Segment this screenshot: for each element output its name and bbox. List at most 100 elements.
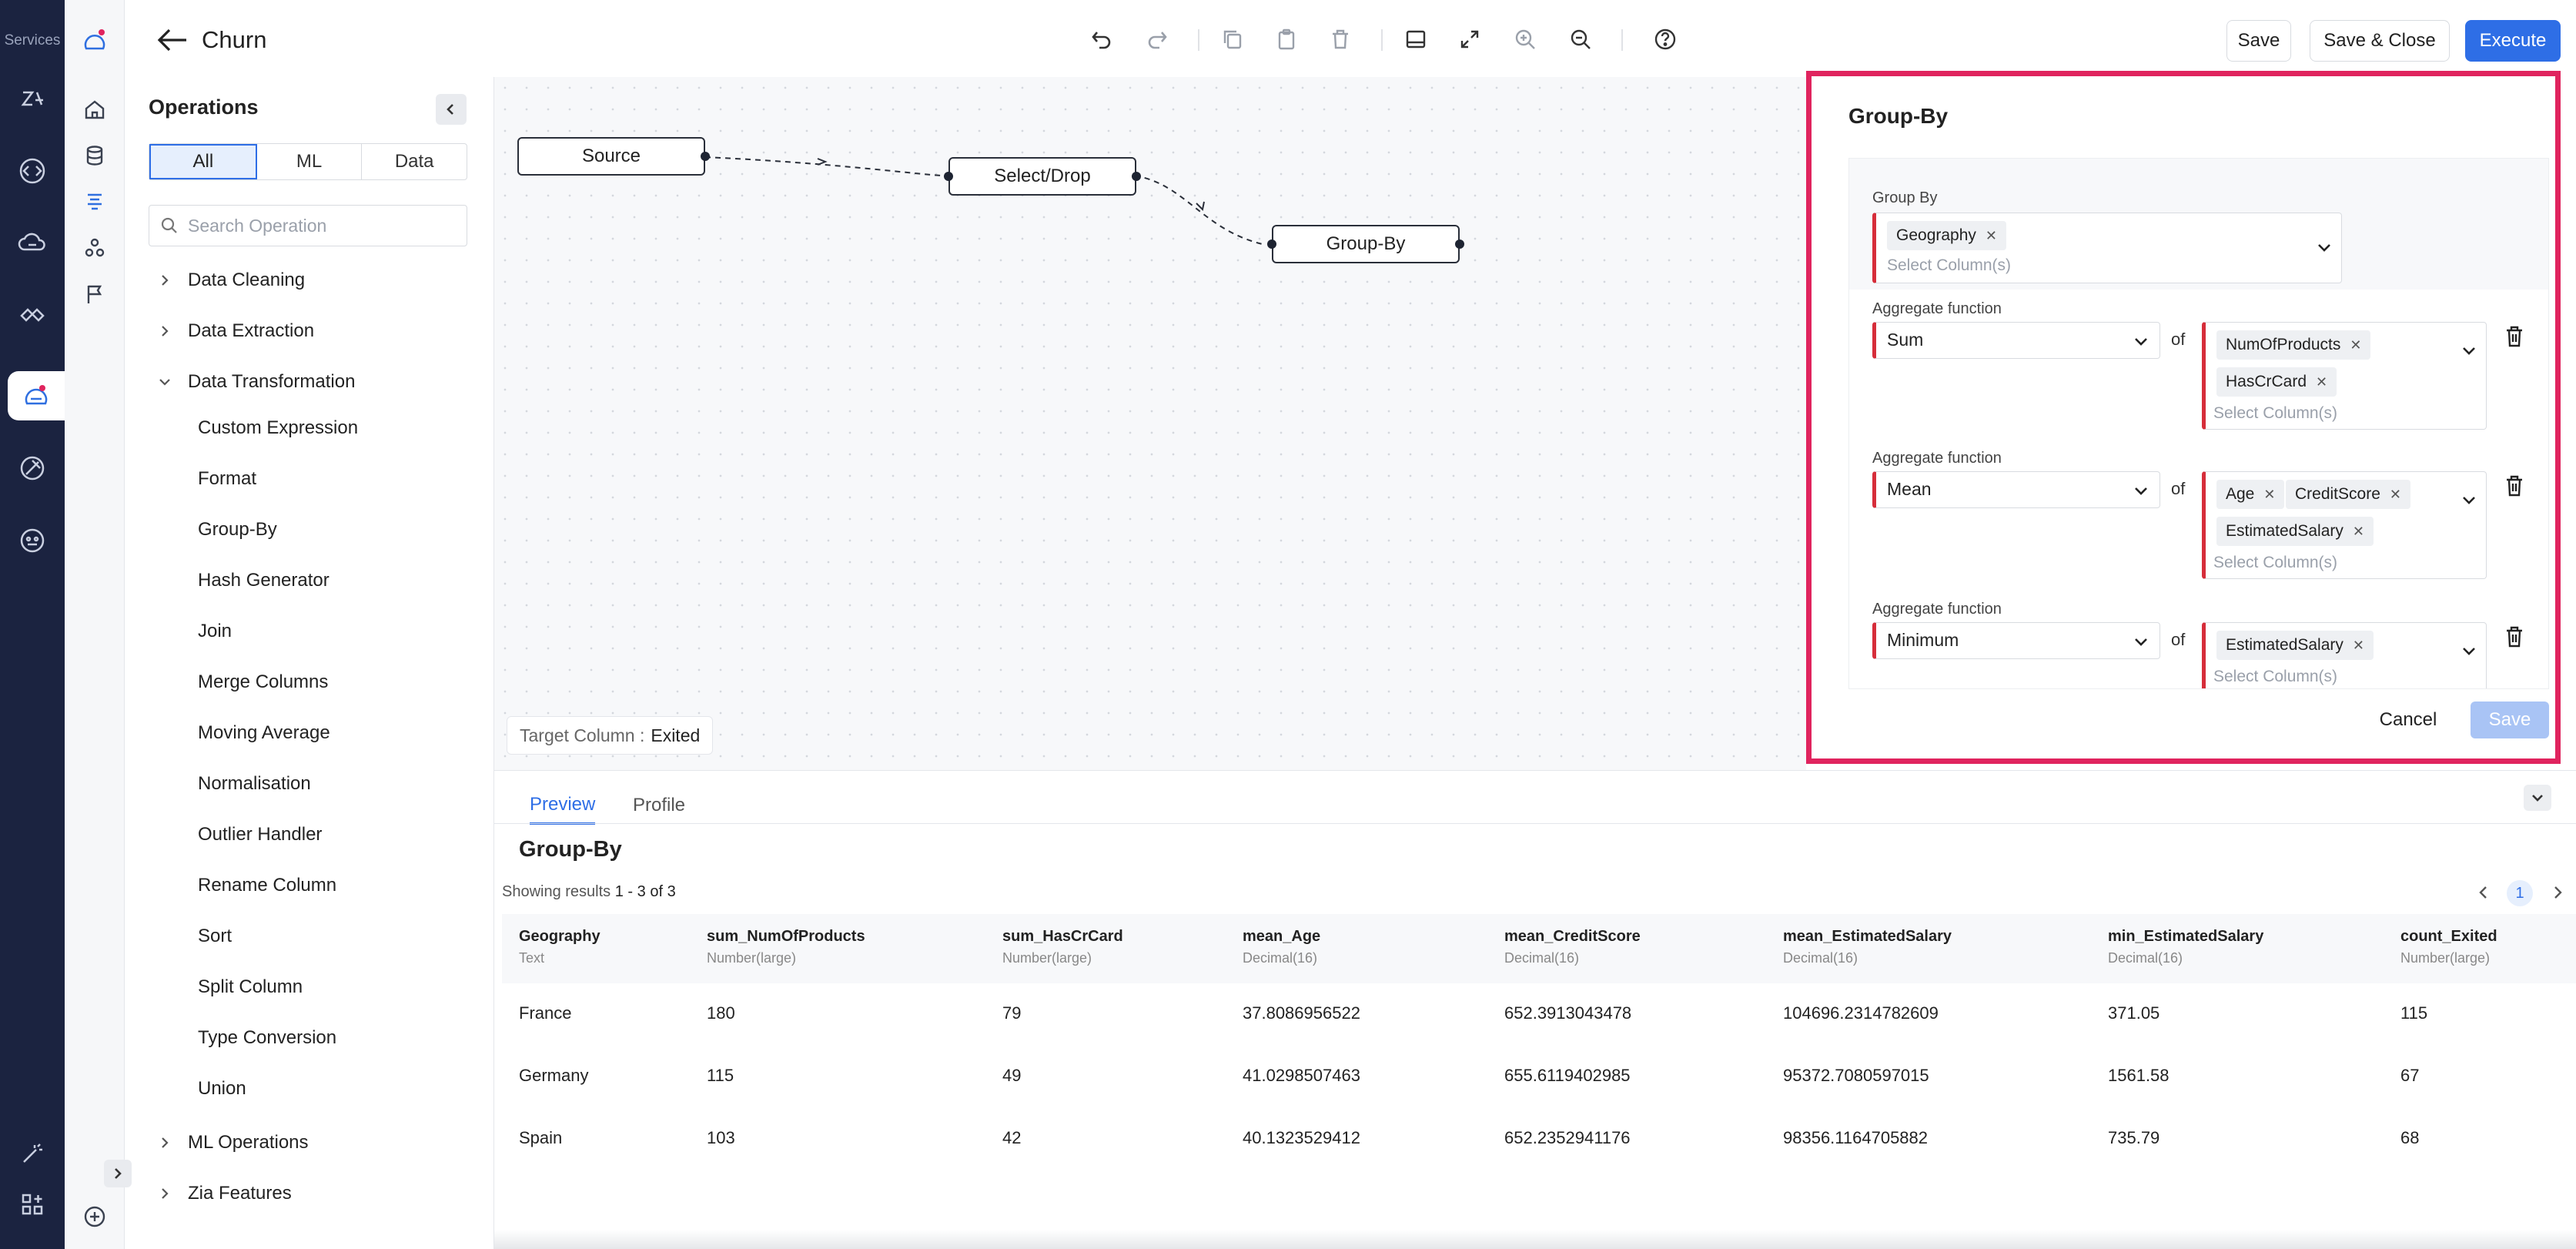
- column-header[interactable]: mean_CreditScore Decimal(16): [1504, 928, 1641, 966]
- op-normalisation[interactable]: Normalisation: [198, 768, 311, 799]
- op-union[interactable]: Union: [198, 1073, 246, 1104]
- filter-ml[interactable]: ML: [257, 144, 363, 179]
- column-header[interactable]: mean_EstimatedSalary Decimal(16): [1783, 928, 1952, 966]
- help-icon[interactable]: [1651, 25, 1680, 54]
- node-port[interactable]: [1132, 172, 1141, 181]
- node-port[interactable]: [1267, 239, 1276, 249]
- cancel-button[interactable]: Cancel: [2366, 702, 2451, 738]
- op-join[interactable]: Join: [198, 616, 232, 647]
- zoom-out-icon[interactable]: [1566, 25, 1595, 54]
- node-port[interactable]: [944, 172, 953, 181]
- collapse-preview-button[interactable]: [2524, 785, 2551, 811]
- paste-icon[interactable]: [1272, 25, 1301, 54]
- filter-data[interactable]: Data: [362, 144, 467, 179]
- trash-icon[interactable]: [2504, 625, 2525, 648]
- current-page[interactable]: 1: [2507, 880, 2533, 906]
- category-data-extraction[interactable]: Data Extraction: [156, 316, 314, 347]
- tab-preview[interactable]: Preview: [530, 786, 596, 825]
- trash-icon[interactable]: [2504, 474, 2525, 497]
- trash-icon[interactable]: [2504, 325, 2525, 348]
- op-type-conversion[interactable]: Type Conversion: [198, 1023, 336, 1053]
- remove-chip-icon[interactable]: ✕: [2390, 487, 2401, 503]
- aggregate-columns-select[interactable]: Age ✕ CreditScore ✕ EstimatedSalary ✕ Se…: [2202, 471, 2487, 579]
- panel-save-button[interactable]: Save: [2471, 702, 2549, 738]
- tab-profile[interactable]: Profile: [633, 786, 685, 825]
- node-source[interactable]: Source: [517, 137, 705, 176]
- group-by-select[interactable]: Geography ✕ Select Column(s): [1872, 213, 2342, 283]
- category-ml-operations[interactable]: ML Operations: [156, 1127, 309, 1158]
- column-header[interactable]: mean_Age Decimal(16): [1243, 928, 1320, 966]
- chevron-down-icon[interactable]: [2315, 238, 2333, 256]
- copy-icon[interactable]: [1218, 25, 1247, 54]
- column-header[interactable]: min_EstimatedSalary Decimal(16): [2108, 928, 2263, 966]
- node-port[interactable]: [701, 152, 710, 161]
- remove-chip-icon[interactable]: ✕: [2263, 487, 2275, 503]
- bot-icon[interactable]: [11, 519, 54, 562]
- pipeline-canvas[interactable]: Source Select/Drop Group-By Target Colum…: [494, 77, 1806, 770]
- op-format[interactable]: Format: [198, 464, 256, 494]
- remove-chip-icon[interactable]: ✕: [2350, 337, 2361, 353]
- column-header[interactable]: Geography Text: [519, 928, 601, 966]
- zoom-in-icon[interactable]: [1510, 25, 1540, 54]
- aggregate-columns-select[interactable]: NumOfProducts ✕ HasCrCard ✕ Select Colum…: [2202, 322, 2487, 430]
- aggregate-function-select[interactable]: Sum: [1872, 322, 2160, 359]
- expand-sidebar-button[interactable]: [104, 1160, 132, 1187]
- remove-chip-icon[interactable]: ✕: [2353, 638, 2364, 654]
- cloud-icon[interactable]: [11, 222, 54, 265]
- op-merge-columns[interactable]: Merge Columns: [198, 667, 328, 698]
- aggregate-function-select[interactable]: Minimum: [1872, 622, 2160, 659]
- zia-icon[interactable]: [11, 77, 54, 120]
- collapse-panel-button[interactable]: [436, 94, 467, 125]
- magic-wand-icon[interactable]: [11, 1132, 54, 1175]
- group-by-form[interactable]: Group By Geography ✕ Select Column(s) Ag…: [1848, 158, 2549, 689]
- column-header[interactable]: sum_NumOfProducts Number(large): [707, 928, 865, 966]
- satellite-icon[interactable]: [11, 447, 54, 490]
- category-zia-features[interactable]: Zia Features: [156, 1178, 292, 1209]
- node-select-drop[interactable]: Select/Drop: [948, 157, 1136, 196]
- op-hash-generator[interactable]: Hash Generator: [198, 565, 330, 596]
- dataprep-icon[interactable]: [8, 371, 65, 420]
- filter-all[interactable]: All: [149, 144, 257, 179]
- table-row[interactable]: France 180 79 37.8086956522 652.39130434…: [502, 983, 2576, 1045]
- op-group-by[interactable]: Group-By: [198, 514, 277, 545]
- save-close-button[interactable]: Save & Close: [2310, 20, 2450, 62]
- undo-icon[interactable]: [1087, 25, 1116, 54]
- code-icon[interactable]: [11, 149, 54, 193]
- home-icon[interactable]: [79, 94, 110, 125]
- table-row[interactable]: Germany 115 49 41.0298507463 655.6119402…: [502, 1046, 2576, 1107]
- database-icon[interactable]: [79, 140, 110, 171]
- next-page-icon[interactable]: [2548, 883, 2567, 902]
- category-data-cleaning[interactable]: Data Cleaning: [156, 265, 305, 296]
- panel-toggle-icon[interactable]: [1401, 25, 1430, 54]
- fit-screen-icon[interactable]: [1455, 25, 1484, 54]
- execute-button[interactable]: Execute: [2465, 20, 2561, 62]
- node-group-by[interactable]: Group-By: [1272, 225, 1460, 263]
- remove-chip-icon[interactable]: ✕: [1986, 228, 1997, 244]
- flag-icon[interactable]: [79, 279, 110, 310]
- search-input[interactable]: [188, 215, 450, 236]
- dataprep-logo-icon[interactable]: [79, 25, 110, 55]
- column-header[interactable]: sum_HasCrCard Number(large): [1002, 928, 1123, 966]
- integration-icon[interactable]: [11, 294, 54, 337]
- save-button[interactable]: Save: [2226, 20, 2291, 62]
- delete-icon[interactable]: [1326, 25, 1355, 54]
- pipeline-icon[interactable]: [79, 186, 110, 217]
- back-arrow-icon[interactable]: [156, 26, 189, 54]
- node-port[interactable]: [1455, 239, 1464, 249]
- op-moving-average[interactable]: Moving Average: [198, 718, 330, 748]
- remove-chip-icon[interactable]: ✕: [2353, 524, 2364, 540]
- aggregate-columns-select[interactable]: EstimatedSalary ✕ Select Column(s): [2202, 622, 2487, 688]
- category-data-transformation[interactable]: Data Transformation: [156, 367, 355, 397]
- grid-plus-icon[interactable]: [11, 1183, 54, 1226]
- op-split-column[interactable]: Split Column: [198, 972, 303, 1003]
- column-header[interactable]: count_Exited Number(large): [2400, 928, 2497, 966]
- prev-page-icon[interactable]: [2474, 883, 2493, 902]
- add-icon[interactable]: [79, 1201, 110, 1232]
- aggregate-function-select[interactable]: Mean: [1872, 471, 2160, 508]
- op-outlier-handler[interactable]: Outlier Handler: [198, 819, 322, 850]
- table-row[interactable]: Spain 103 42 40.1323529412 652.235294117…: [502, 1108, 2576, 1170]
- remove-chip-icon[interactable]: ✕: [2316, 374, 2327, 390]
- op-rename-column[interactable]: Rename Column: [198, 870, 336, 901]
- models-icon[interactable]: [79, 233, 110, 263]
- op-sort[interactable]: Sort: [198, 921, 232, 952]
